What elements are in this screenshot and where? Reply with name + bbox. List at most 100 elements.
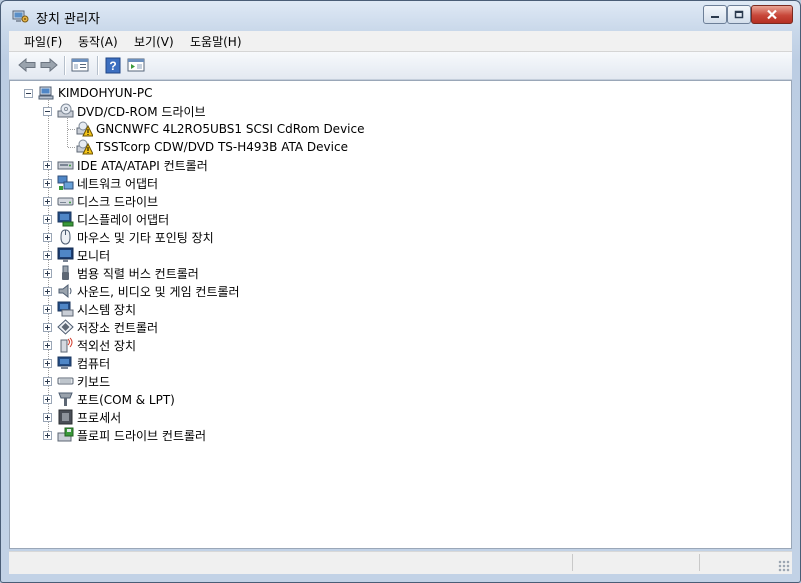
expand-toggle[interactable] xyxy=(43,178,52,188)
disk-drive-icon xyxy=(57,193,74,209)
close-icon xyxy=(767,9,777,20)
maximize-button[interactable] xyxy=(727,5,751,24)
tree-category[interactable]: 네트워크 어댑터 xyxy=(43,174,158,192)
ide-controller-icon xyxy=(57,157,74,173)
device-label: TSSTcorp CDW/DVD TS-H493B ATA Device xyxy=(96,140,348,154)
tree-category-label: DVD/CD-ROM 드라이브 xyxy=(77,104,206,119)
system-device-icon xyxy=(57,301,74,317)
device-tree-pane[interactable]: KIMDOHYUN-PC DVD/CD-ROM 드라이브 GNCNWFC 4L2… xyxy=(9,80,792,549)
toolbar-separator xyxy=(64,56,66,75)
device-manager-window: 장치 관리자 파일(F) 동작(A) 보기(V) 도움말(H) ? KIMDOH… xyxy=(0,0,801,583)
back-button[interactable] xyxy=(17,56,37,74)
help-button[interactable]: ? xyxy=(103,56,123,74)
warning-drive-icon xyxy=(76,139,93,155)
tree-category[interactable]: 모니터 xyxy=(43,246,110,264)
collapse-toggle[interactable] xyxy=(24,88,33,98)
toolbar: ? xyxy=(9,52,792,80)
expand-toggle[interactable] xyxy=(43,160,52,170)
expand-toggle[interactable] xyxy=(43,322,52,332)
expand-toggle[interactable] xyxy=(43,196,52,206)
expand-toggle[interactable] xyxy=(43,430,52,440)
console-tree-button[interactable] xyxy=(126,56,146,74)
category-label: 마우스 및 기타 포인팅 장치 xyxy=(77,230,214,245)
storage-controller-icon xyxy=(57,319,74,335)
toolbar-separator xyxy=(97,56,99,75)
tree-category-expanded[interactable]: DVD/CD-ROM 드라이브 xyxy=(43,102,206,120)
display-adapter-icon xyxy=(57,211,74,227)
monitor-icon xyxy=(57,247,74,263)
processor-icon xyxy=(57,409,74,425)
category-label: 적외선 장치 xyxy=(77,338,137,353)
category-label: 프로세서 xyxy=(77,410,122,425)
show-hide-tree-button[interactable] xyxy=(70,56,90,74)
close-button[interactable] xyxy=(751,5,793,24)
category-label: 키보드 xyxy=(77,374,111,389)
category-label: 디스플레이 어댑터 xyxy=(77,212,170,227)
expand-toggle[interactable] xyxy=(43,232,52,242)
dvd-drive-icon xyxy=(57,103,74,119)
collapse-toggle[interactable] xyxy=(43,106,52,116)
status-separator xyxy=(572,554,573,571)
floppy-controller-icon xyxy=(57,427,74,443)
forward-button[interactable] xyxy=(39,56,59,74)
title-bar[interactable]: 장치 관리자 xyxy=(1,1,800,31)
tree-category[interactable]: 시스템 장치 xyxy=(43,300,136,318)
expand-toggle[interactable] xyxy=(43,340,52,350)
expand-toggle[interactable] xyxy=(43,376,52,386)
tree-category[interactable]: 프로세서 xyxy=(43,408,121,426)
expand-toggle[interactable] xyxy=(43,304,52,314)
mouse-icon xyxy=(57,229,74,245)
tree-category[interactable]: 키보드 xyxy=(43,372,110,390)
minimize-icon xyxy=(711,15,719,18)
tree-device[interactable]: TSSTcorp CDW/DVD TS-H493B ATA Device xyxy=(76,138,348,156)
category-label: IDE ATA/ATAPI 컨트롤러 xyxy=(77,158,208,173)
menu-action[interactable]: 동작(A) xyxy=(78,33,118,50)
warning-drive-icon xyxy=(76,121,93,137)
category-label: 플로피 드라이브 컨트롤러 xyxy=(77,428,207,443)
resize-grip-icon[interactable] xyxy=(778,560,790,572)
tree-category[interactable]: 디스플레이 어댑터 xyxy=(43,210,169,228)
tree-category[interactable]: 디스크 드라이브 xyxy=(43,192,158,210)
back-arrow-icon xyxy=(18,58,36,72)
category-label: 네트워크 어댑터 xyxy=(77,176,159,191)
computer-icon xyxy=(38,85,55,101)
category-label: 시스템 장치 xyxy=(77,302,137,317)
expand-toggle[interactable] xyxy=(43,250,52,260)
tree-category[interactable]: 마우스 및 기타 포인팅 장치 xyxy=(43,228,214,246)
port-icon xyxy=(57,391,74,407)
category-label: 디스크 드라이브 xyxy=(77,194,159,209)
expand-toggle[interactable] xyxy=(43,412,52,422)
device-manager-icon xyxy=(12,8,29,24)
infrared-icon xyxy=(57,337,74,353)
expand-toggle[interactable] xyxy=(43,358,52,368)
category-label: 모니터 xyxy=(77,248,111,263)
menu-bar: 파일(F) 동작(A) 보기(V) 도움말(H) xyxy=(9,31,792,52)
tree-category[interactable]: 포트(COM & LPT) xyxy=(43,390,175,408)
tree-category[interactable]: 사운드, 비디오 및 게임 컨트롤러 xyxy=(43,282,240,300)
forward-arrow-icon xyxy=(40,58,58,72)
expand-toggle[interactable] xyxy=(43,286,52,296)
expand-toggle[interactable] xyxy=(43,268,52,278)
tree-category[interactable]: 플로피 드라이브 컨트롤러 xyxy=(43,426,206,444)
menu-help[interactable]: 도움말(H) xyxy=(190,33,242,50)
category-label: 사운드, 비디오 및 게임 컨트롤러 xyxy=(77,284,240,299)
usb-icon xyxy=(57,265,74,281)
expand-toggle[interactable] xyxy=(43,394,52,404)
svg-text:?: ? xyxy=(109,59,116,73)
expand-toggle[interactable] xyxy=(43,214,52,224)
tree-category[interactable]: IDE ATA/ATAPI 컨트롤러 xyxy=(43,156,208,174)
properties-window-icon xyxy=(71,58,89,72)
tree-category[interactable]: 범용 직렬 버스 컨트롤러 xyxy=(43,264,199,282)
tree-category[interactable]: 저장소 컨트롤러 xyxy=(43,318,158,336)
status-bar xyxy=(9,551,792,574)
tree-category[interactable]: 컴퓨터 xyxy=(43,354,110,372)
tree-root[interactable]: KIMDOHYUN-PC xyxy=(24,84,153,102)
device-label: GNCNWFC 4L2RO5UBS1 SCSI CdRom Device xyxy=(96,122,365,136)
minimize-button[interactable] xyxy=(703,5,727,24)
menu-file[interactable]: 파일(F) xyxy=(24,33,62,50)
tree-device[interactable]: GNCNWFC 4L2RO5UBS1 SCSI CdRom Device xyxy=(76,120,364,138)
status-separator xyxy=(699,554,700,571)
menu-view[interactable]: 보기(V) xyxy=(134,33,174,50)
tree-category[interactable]: 적외선 장치 xyxy=(43,336,136,354)
maximize-icon xyxy=(734,10,744,19)
